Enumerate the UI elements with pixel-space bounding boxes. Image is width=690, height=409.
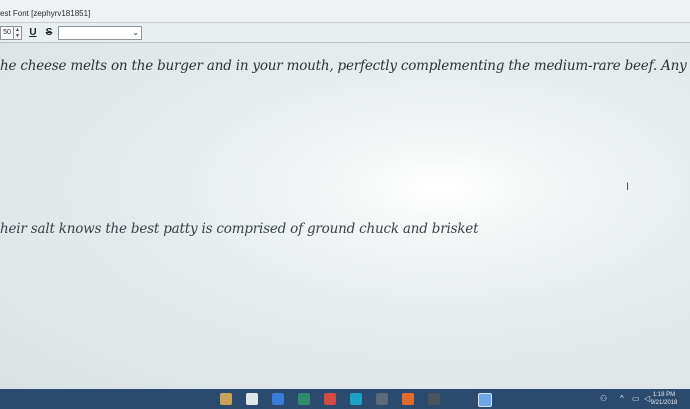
app-icon[interactable] [324,393,336,405]
mail-icon[interactable] [272,393,284,405]
app-icon[interactable] [350,393,362,405]
font-size-spinner[interactable]: ▲ ▼ [13,26,22,40]
file-explorer-icon[interactable] [220,393,232,405]
window-title: est Font [zephyrv181851] [0,9,91,18]
clock-date: 9/21/2018 [650,400,678,406]
chevron-up-icon[interactable]: ^ [620,394,624,403]
store-icon[interactable] [246,393,258,405]
screen: est Font [zephyrv181851] 50 ▲ ▼ U S ⌄ he… [0,0,690,409]
underline-button[interactable]: U [26,26,40,39]
clock-time: 1:18 PM [652,392,676,398]
active-app-icon[interactable] [478,393,492,407]
chevron-down-icon[interactable]: ⌄ [132,27,139,39]
spin-down-icon[interactable]: ▼ [14,33,21,39]
text-line-1: he cheese melts on the burger and in you… [0,58,690,74]
people-icon[interactable]: ⚇ [600,394,607,403]
formatting-toolbar: 50 ▲ ▼ U S ⌄ [0,23,690,43]
strikethrough-button[interactable]: S [42,26,56,39]
app-icon[interactable] [428,393,440,405]
taskbar: ⚇ ^ ▭ ◁ 1:18 PM 9/21/2018 [0,389,690,409]
title-bar: est Font [zephyrv181851] [0,0,690,23]
text-line-2: heir salt knows the best patty is compri… [0,221,479,237]
text-cursor-icon: I [626,181,630,193]
font-select[interactable]: ⌄ [58,26,142,40]
font-size-field[interactable]: 50 [0,26,14,40]
text-editor[interactable]: he cheese melts on the burger and in you… [0,43,690,389]
network-icon[interactable]: ▭ [632,394,640,403]
system-clock[interactable]: 1:18 PM 9/21/2018 [640,391,688,407]
app-icon[interactable] [402,393,414,405]
app-icon[interactable] [376,393,388,405]
browser-icon[interactable] [298,393,310,405]
